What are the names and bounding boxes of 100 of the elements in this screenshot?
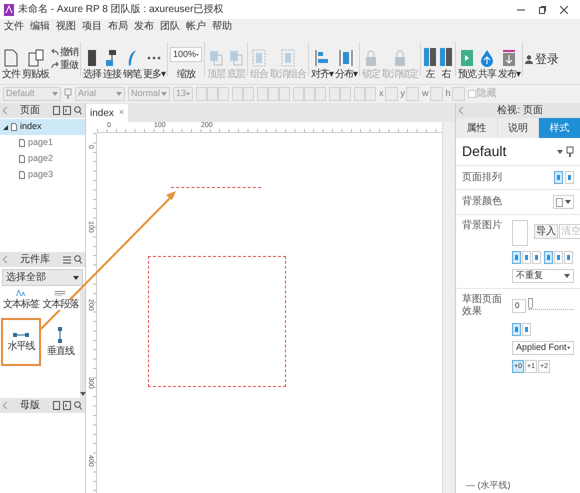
- page-item[interactable]: page2: [0, 151, 85, 167]
- toolbar-button[interactable]: 更多▾: [143, 38, 165, 80]
- chevron-left-icon[interactable]: [3, 402, 7, 409]
- hidden-checkbox[interactable]: [468, 90, 476, 98]
- panel-title: 页面: [20, 106, 40, 116]
- coordinate-field[interactable]: [430, 87, 442, 101]
- repeat-dropdown[interactable]: 不重复: [512, 269, 574, 283]
- property-label: 草图页面效果: [462, 294, 503, 318]
- menu-item[interactable]: 项目: [82, 22, 102, 32]
- widget-item[interactable]: 垂直线: [40, 318, 80, 366]
- align-button[interactable]: [532, 251, 541, 264]
- property-label: 背景颜色: [462, 196, 503, 208]
- caret-icon: [557, 150, 563, 154]
- caret-icon: [80, 392, 86, 396]
- add-page-icon[interactable]: [53, 401, 60, 410]
- menu-item[interactable]: 视图: [56, 22, 76, 32]
- color-picker[interactable]: [553, 195, 574, 209]
- rectangle-icon: [87, 49, 97, 67]
- number-field[interactable]: 0: [512, 299, 526, 313]
- toolbar-button[interactable]: 分布▾: [335, 38, 357, 80]
- panel-icon: [439, 47, 453, 67]
- menu-item[interactable]: 团队: [160, 22, 180, 32]
- tab-close-button[interactable]: ×: [118, 106, 124, 120]
- menu-item[interactable]: 发布: [134, 22, 154, 32]
- toolbar-button[interactable]: 文件: [2, 38, 20, 80]
- coordinate-field[interactable]: [406, 87, 419, 101]
- align-button[interactable]: [544, 251, 553, 264]
- image-button[interactable]: 导入: [534, 224, 558, 239]
- expand-triangle-icon[interactable]: [3, 124, 8, 130]
- menu-item[interactable]: 文件: [4, 22, 24, 32]
- add-page-icon[interactable]: [53, 106, 60, 115]
- toolbar-button[interactable]: 连接: [103, 38, 121, 80]
- group-icon: [281, 49, 295, 67]
- search-icon[interactable]: [74, 401, 82, 410]
- toolbar-button[interactable]: 左: [423, 38, 437, 80]
- toolbar-button[interactable]: 钢笔: [123, 38, 141, 80]
- align-button[interactable]: [554, 251, 563, 264]
- mode-button[interactable]: [512, 323, 521, 336]
- caret-icon: [116, 92, 122, 96]
- coordinate-label: w: [422, 87, 428, 100]
- page-item[interactable]: page1: [0, 135, 85, 151]
- zoom-dropdown[interactable]: 100%: [170, 47, 202, 62]
- restore-icon[interactable]: [539, 6, 546, 14]
- image-box[interactable]: [512, 220, 528, 246]
- coordinate-field[interactable]: [384, 87, 398, 101]
- toolbar-button[interactable]: 共享: [478, 38, 496, 80]
- align-button[interactable]: [522, 251, 531, 264]
- horizontal-line[interactable]: [171, 187, 261, 188]
- login-button[interactable]: 登录: [525, 38, 559, 80]
- widget-item[interactable]: 水平线: [1, 318, 40, 366]
- menu-item[interactable]: 帐户: [186, 22, 206, 32]
- toolbar-button[interactable]: 发布▾: [498, 38, 520, 80]
- toolbar-button[interactable]: 对齐▾: [311, 38, 333, 80]
- font-dropdown[interactable]: Applied Font: [512, 341, 574, 355]
- redo-button[interactable]: 重做: [51, 60, 78, 70]
- coordinate-label: y: [400, 87, 405, 100]
- upload-icon: [479, 49, 495, 67]
- panel-title: 检视: 页面: [497, 106, 543, 116]
- horizontal-line-icon: [12, 332, 29, 338]
- slider-track[interactable]: [528, 296, 574, 310]
- toolbar-button[interactable]: 预览: [458, 38, 476, 80]
- inspector-tab[interactable]: 样式: [539, 118, 580, 138]
- brush-icon[interactable]: [566, 146, 574, 158]
- mode-button[interactable]: [522, 323, 531, 336]
- selection-label: — (水平线): [465, 478, 512, 492]
- align-button[interactable]: [564, 251, 573, 264]
- menu-item[interactable]: 编辑: [30, 22, 50, 32]
- filter-dropdown[interactable]: 选择全部: [2, 269, 83, 286]
- slider-thumb[interactable]: [528, 298, 533, 308]
- search-icon[interactable]: [74, 106, 82, 115]
- style-name: Default: [462, 142, 506, 161]
- page-align-button[interactable]: [565, 171, 574, 184]
- coordinate-field[interactable]: [452, 87, 465, 101]
- widget-item[interactable]: 文本段落: [40, 288, 80, 312]
- chevron-left-icon[interactable]: [459, 107, 463, 114]
- widget-item[interactable]: 文本标签: [1, 288, 40, 312]
- toolbar-button[interactable]: 右: [439, 38, 453, 80]
- page-align-button[interactable]: [554, 171, 563, 184]
- coordinate-label: h: [446, 87, 451, 100]
- document-tab[interactable]: index ×: [86, 104, 128, 122]
- toolbar-button[interactable]: 选择: [83, 38, 101, 80]
- chevron-left-icon[interactable]: [3, 107, 7, 114]
- undo-button[interactable]: 撤销: [51, 48, 78, 58]
- menu-item[interactable]: 帮助: [212, 22, 232, 32]
- menu-icon[interactable]: [63, 256, 71, 264]
- scrollbar[interactable]: [80, 288, 85, 398]
- align-button[interactable]: [512, 251, 521, 264]
- inspector-tab[interactable]: 说明: [498, 118, 540, 138]
- add-folder-icon[interactable]: [63, 106, 71, 115]
- chevron-left-icon[interactable]: [3, 256, 7, 263]
- toolbar-button[interactable]: 剪贴板: [22, 38, 49, 80]
- pen-icon: [126, 49, 138, 67]
- inspector-tab[interactable]: 属性: [456, 118, 498, 138]
- page-item[interactable]: index: [0, 119, 85, 135]
- page-item[interactable]: page3: [0, 167, 85, 183]
- add-folder-icon[interactable]: [63, 401, 71, 410]
- menu-item[interactable]: 布局: [108, 22, 128, 32]
- close-icon[interactable]: [560, 6, 568, 14]
- panel-icon: [423, 47, 437, 67]
- search-icon[interactable]: [74, 255, 82, 264]
